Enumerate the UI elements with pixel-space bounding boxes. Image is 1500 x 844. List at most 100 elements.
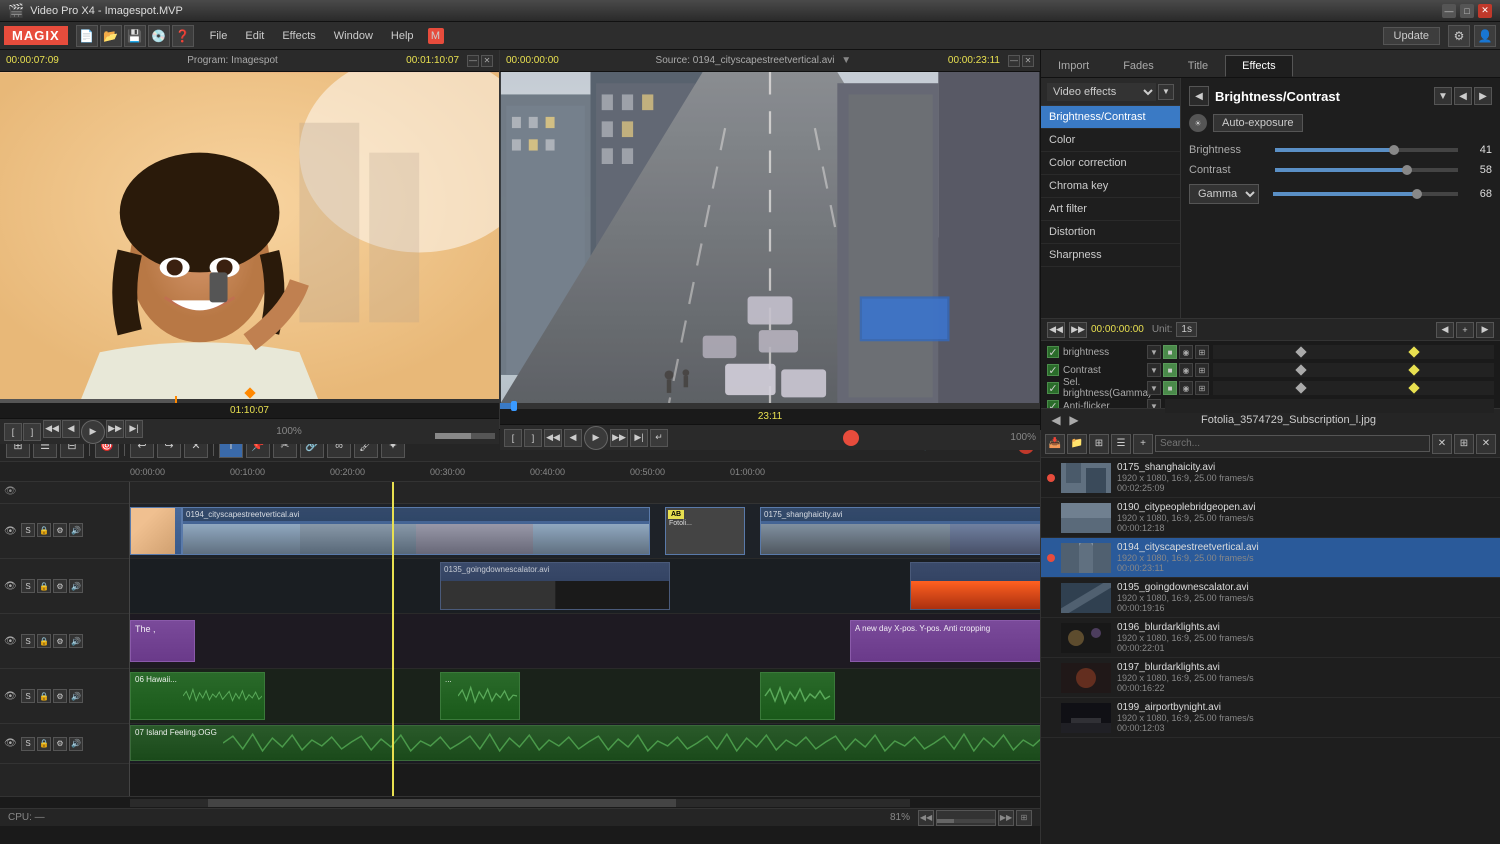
clip-cityscapestreet[interactable]: 0194_cityscapestreetvertical.avi: [182, 507, 650, 555]
next-btn[interactable]: ▶▶: [106, 420, 124, 438]
track-5-eye[interactable]: 👁: [4, 738, 18, 749]
src-insert[interactable]: ↵: [650, 429, 668, 447]
settings-icon[interactable]: ⚙: [1448, 25, 1470, 47]
mb-grid-btn[interactable]: ⊞: [1089, 434, 1109, 454]
track-5-audio[interactable]: 🔊: [69, 737, 83, 751]
track-1-eye[interactable]: 👁: [4, 526, 18, 537]
open-button[interactable]: 📂: [100, 25, 122, 47]
expand-btn[interactable]: ⊞: [1016, 810, 1032, 826]
track-4-audio[interactable]: 🔊: [69, 689, 83, 703]
kf-color-g[interactable]: ■: [1163, 381, 1177, 395]
kf-prev-btn[interactable]: ◀: [1436, 322, 1454, 338]
track-3-mute[interactable]: 🔒: [37, 634, 51, 648]
track-2-mute[interactable]: 🔒: [37, 579, 51, 593]
mb-folder-btn[interactable]: 📁: [1067, 434, 1087, 454]
zoom-in-btn[interactable]: ▶▶: [998, 810, 1014, 826]
brightness-thumb[interactable]: [1389, 145, 1399, 155]
track-2-settings[interactable]: ⚙: [53, 579, 67, 593]
src-play[interactable]: ▶: [584, 426, 608, 450]
kf-unit[interactable]: 1s: [1176, 322, 1197, 337]
zoom-slider[interactable]: [936, 810, 996, 826]
clip-audio-3[interactable]: [760, 672, 835, 720]
track-1-mute[interactable]: 🔒: [37, 523, 51, 537]
source-dropdown[interactable]: ▼: [841, 55, 851, 66]
clip-hawaii[interactable]: 06 Hawaii...: [130, 672, 265, 720]
menu-file[interactable]: File: [202, 28, 236, 44]
contrast-thumb[interactable]: [1402, 165, 1412, 175]
track-2-eye[interactable]: 👁: [4, 581, 18, 592]
menu-window[interactable]: Window: [326, 28, 381, 44]
kf-checkbox-gamma[interactable]: ✓: [1047, 382, 1059, 394]
settings-prev-btn[interactable]: ◀: [1454, 87, 1472, 105]
menu-effects[interactable]: Effects: [274, 28, 323, 44]
community-icon[interactable]: 👤: [1474, 25, 1496, 47]
mark-out-btn[interactable]: ]: [23, 423, 41, 441]
track-1-settings[interactable]: ⚙: [53, 523, 67, 537]
timeline-scrollbar[interactable]: [0, 796, 1040, 808]
src-mark-in[interactable]: [: [504, 429, 522, 447]
mb-item-0197[interactable]: 0197_blurdarklights.avi 1920 x 1080, 16:…: [1041, 658, 1500, 698]
mark-in-btn[interactable]: [: [4, 423, 22, 441]
volume-slider[interactable]: [435, 433, 495, 439]
mb-import-btn[interactable]: 📥: [1045, 434, 1065, 454]
mb-expand-btn[interactable]: ⊞: [1454, 434, 1474, 454]
preview-minimize[interactable]: —: [467, 55, 479, 67]
effect-item-distortion[interactable]: Distortion: [1041, 221, 1180, 244]
mb-close-btn[interactable]: ✕: [1476, 434, 1496, 454]
clip-escalator[interactable]: 0135_goingdownescalator.avi: [440, 562, 670, 610]
kf-ctrl-b1[interactable]: ▼: [1147, 345, 1161, 359]
track-2-audio[interactable]: 🔊: [69, 579, 83, 593]
fp-next-btn[interactable]: ▶: [1065, 411, 1083, 429]
brightness-track[interactable]: [1275, 148, 1458, 152]
gamma-dropdown[interactable]: Gamma: [1189, 184, 1259, 204]
fp-prev-btn[interactable]: ◀: [1047, 411, 1065, 429]
clip-island-feeling[interactable]: 07 Island Feeling.OGG: [130, 725, 1040, 761]
clip-woman-thumb[interactable]: [130, 507, 182, 555]
track-4-mute[interactable]: 🔒: [37, 689, 51, 703]
play-btn[interactable]: ▶: [81, 420, 105, 444]
minimize-button[interactable]: —: [1442, 4, 1456, 18]
next-frame-btn[interactable]: ▶|: [125, 420, 143, 438]
source-minimize[interactable]: —: [1008, 55, 1020, 67]
tab-title[interactable]: Title: [1171, 55, 1225, 77]
mb-add-btn[interactable]: +: [1133, 434, 1153, 454]
menu-edit[interactable]: Edit: [237, 28, 272, 44]
menu-help[interactable]: Help: [383, 28, 422, 44]
clip-text-the[interactable]: The ,: [130, 620, 195, 662]
kf-ctrl-c3[interactable]: ⊞: [1195, 363, 1209, 377]
burn-button[interactable]: 💿: [148, 25, 170, 47]
gamma-track[interactable]: [1273, 192, 1458, 196]
clip-shanghai[interactable]: 0175_shanghaicity.avi: [760, 507, 1040, 555]
kf-ctrl-b2[interactable]: ◉: [1179, 345, 1193, 359]
update-button[interactable]: Update: [1383, 27, 1440, 45]
src-next[interactable]: ▶▶: [610, 429, 628, 447]
track-3-eye[interactable]: 👁: [4, 636, 18, 647]
mb-item-0194[interactable]: 0194_cityscapestreetvertical.avi 1920 x …: [1041, 538, 1500, 578]
kf-add-btn[interactable]: +: [1456, 322, 1474, 338]
mb-item-0195[interactable]: 0195_goingdownescalator.avi 1920 x 1080,…: [1041, 578, 1500, 618]
effect-item-brightness[interactable]: Brightness/Contrast: [1041, 106, 1180, 129]
effect-item-sharpness[interactable]: Sharpness: [1041, 244, 1180, 267]
mb-search-clear-btn[interactable]: ✕: [1432, 434, 1452, 454]
src-next2[interactable]: ▶|: [630, 429, 648, 447]
effect-item-color-correction[interactable]: Color correction: [1041, 152, 1180, 175]
effect-item-color[interactable]: Color: [1041, 129, 1180, 152]
tab-fades[interactable]: Fades: [1106, 55, 1171, 77]
auto-exposure-button[interactable]: Auto-exposure: [1213, 114, 1303, 132]
effect-item-chroma[interactable]: Chroma key: [1041, 175, 1180, 198]
track-3-audio[interactable]: 🔊: [69, 634, 83, 648]
mb-item-0199[interactable]: 0199_airportbynight.avi 1920 x 1080, 16:…: [1041, 698, 1500, 738]
clip-text-anewday[interactable]: A new day X-pos. Y-pos. Anti cropping: [850, 620, 1040, 662]
source-close[interactable]: ✕: [1022, 55, 1034, 67]
maximize-button[interactable]: □: [1460, 4, 1474, 18]
media-search-input[interactable]: [1155, 435, 1430, 452]
track-1-audio[interactable]: 🔊: [69, 523, 83, 537]
track-3-solo[interactable]: S: [21, 634, 35, 648]
src-prev2[interactable]: ◀◀: [544, 429, 562, 447]
new-button[interactable]: 📄: [76, 25, 98, 47]
kf-checkbox-contrast[interactable]: ✓: [1047, 364, 1059, 376]
prev-frame-btn[interactable]: ◀◀: [43, 420, 61, 438]
scroll-thumb[interactable]: [208, 799, 676, 807]
mb-item-0175[interactable]: 0175_shanghaicity.avi 1920 x 1080, 16:9,…: [1041, 458, 1500, 498]
kf-color-c[interactable]: ■: [1163, 363, 1177, 377]
